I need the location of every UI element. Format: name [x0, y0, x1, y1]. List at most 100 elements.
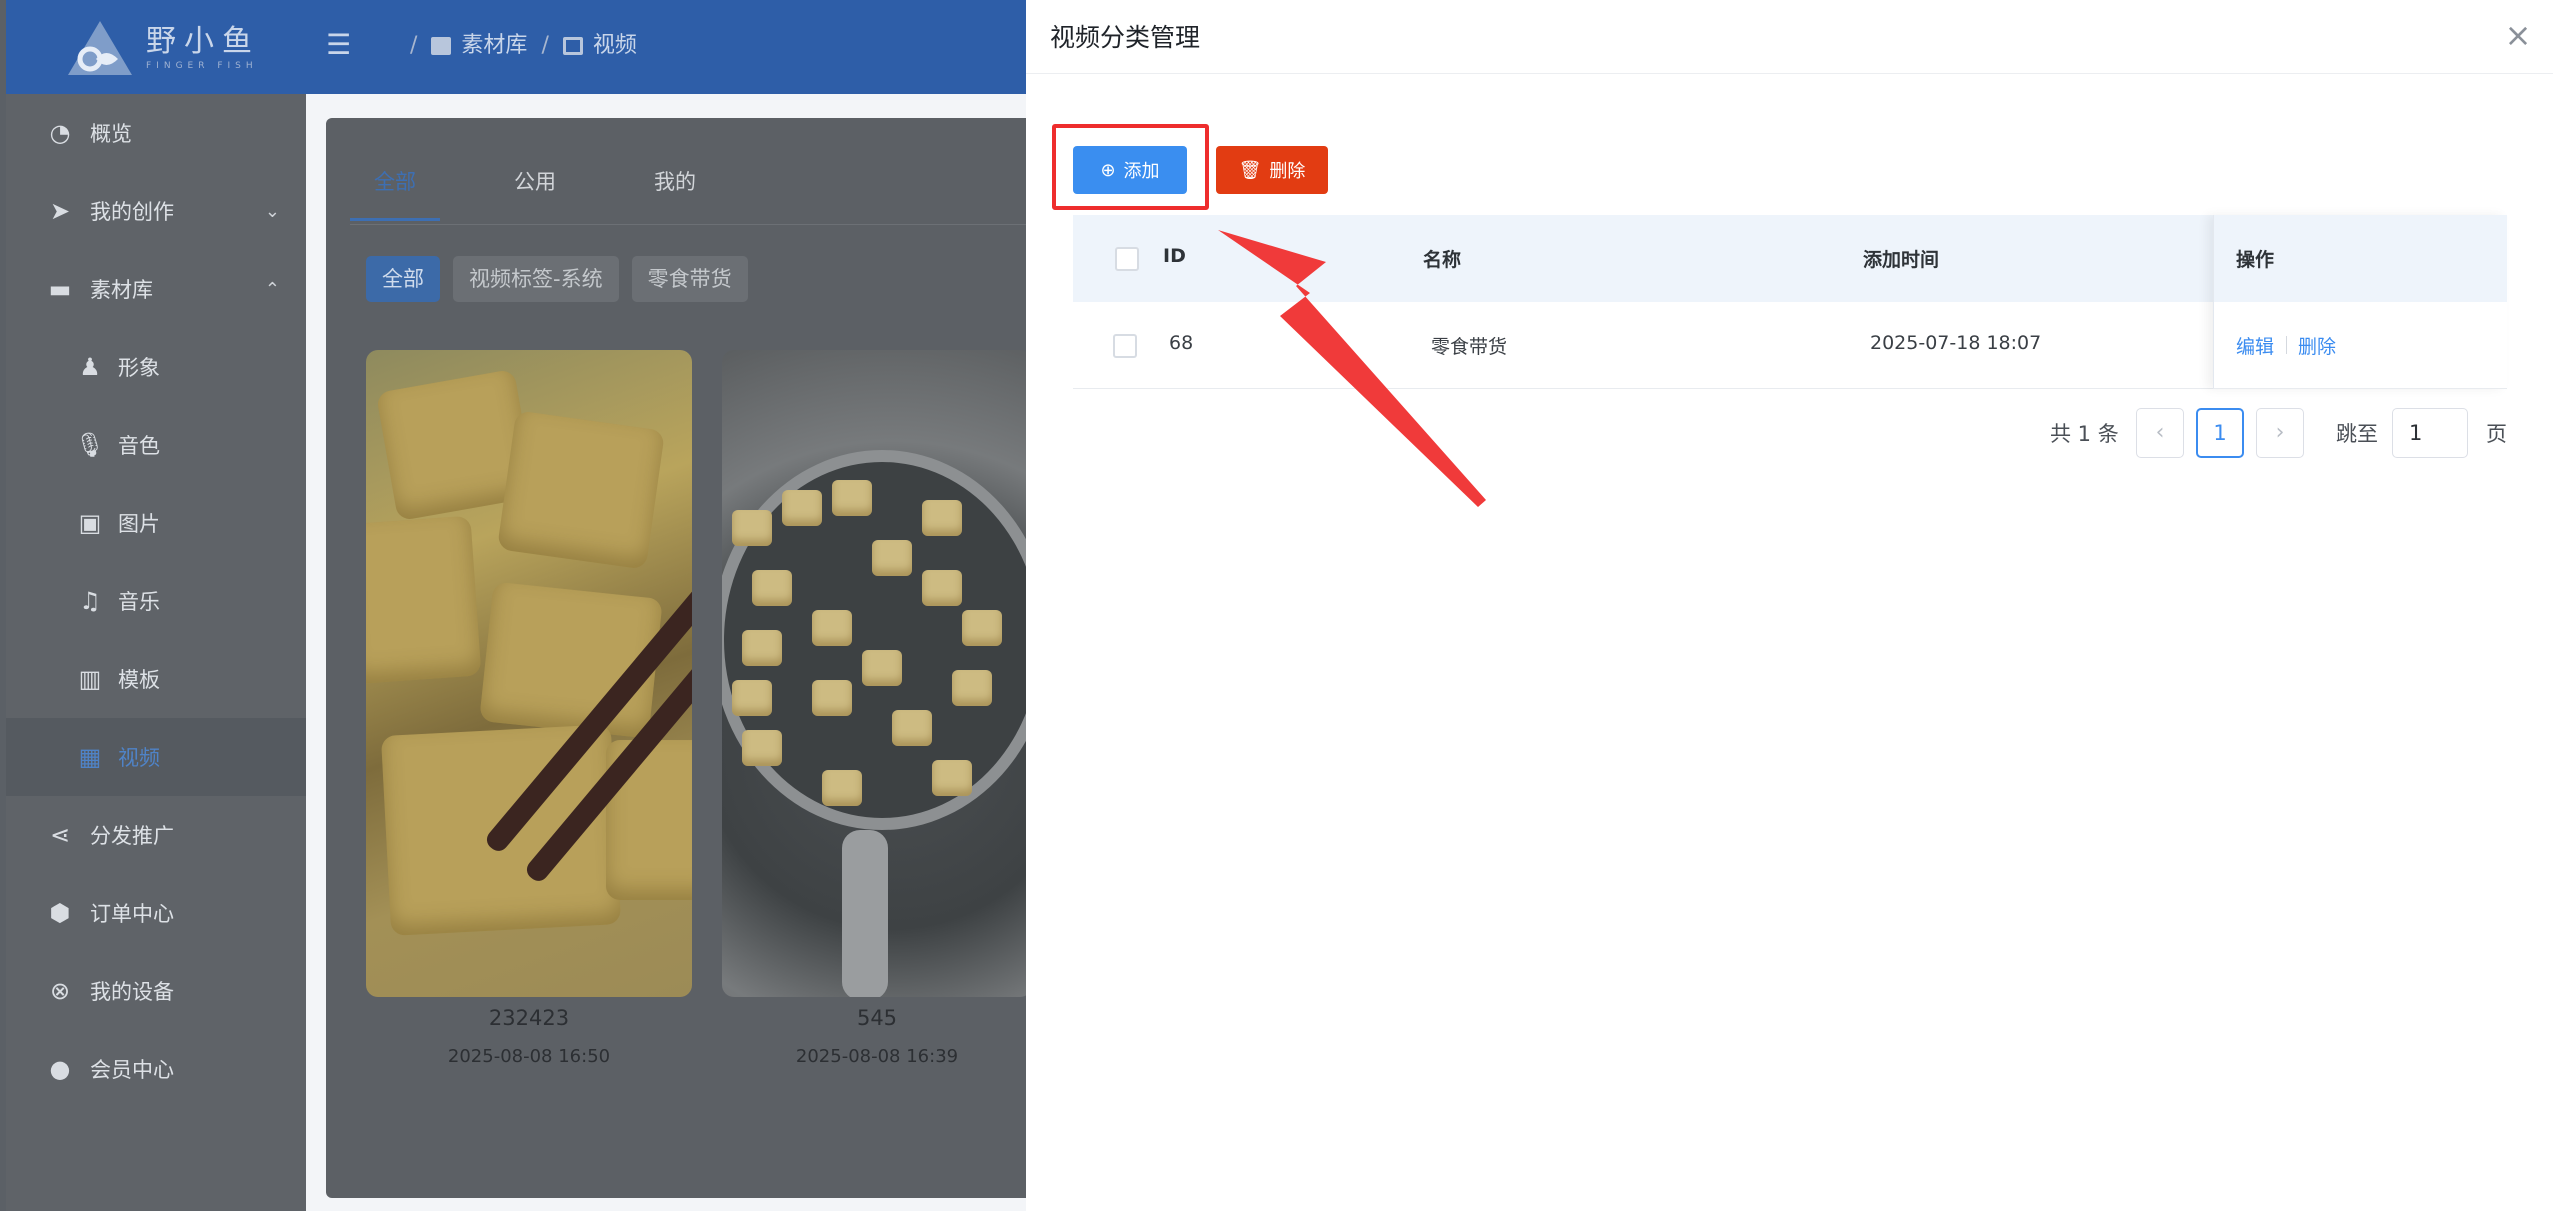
device-icon: ⊗ — [49, 977, 71, 1005]
dashboard-icon: ◔ — [49, 119, 71, 147]
page-unit-label: 页 — [2486, 422, 2507, 446]
music-icon: ♫ — [79, 587, 101, 615]
actions-header-cell: 操作 — [2213, 215, 2507, 302]
logo[interactable]: 野小鱼 FINGER FISH — [66, 18, 266, 78]
drawer-title: 视频分类管理 — [1050, 23, 1201, 52]
sidebar-item-library[interactable]: ▬ 素材库 ⌃ — [6, 250, 306, 328]
sidebar-item-label: 会员中心 — [90, 1058, 174, 1082]
video-icon: ▦ — [78, 743, 102, 771]
sidebar-item-my-creations[interactable]: ➤ 我的创作 ⌄ — [6, 172, 306, 250]
user-icon: ● — [49, 1055, 71, 1083]
sidebar-item-label: 概览 — [90, 122, 132, 146]
breadcrumb-item-video: 视频 — [592, 33, 637, 58]
image-icon: ▣ — [78, 509, 102, 537]
person-icon: ♟ — [79, 353, 101, 381]
sidebar-item-label: 视频 — [118, 746, 160, 770]
breadcrumb-separator: / — [410, 33, 418, 58]
sidebar-item-avatar[interactable]: ♟ 形象 — [6, 328, 306, 406]
microphone-icon: 🎙 — [74, 431, 106, 459]
video-thumbnail[interactable] — [366, 350, 692, 997]
app-root: 野小鱼 FINGER FISH ☰ / 素材库 / 视频 ◔ 概览 ➤ 我的创作… — [0, 0, 2553, 1211]
add-button[interactable]: ⊕ 添加 — [1073, 146, 1187, 194]
select-all-checkbox[interactable] — [1115, 247, 1139, 271]
sidebar-item-templates[interactable]: ▥ 模板 — [6, 640, 306, 718]
sidebar-item-label: 模板 — [118, 668, 160, 692]
sidebar-item-images[interactable]: ▣ 图片 — [6, 484, 306, 562]
edit-link[interactable]: 编辑 — [2236, 332, 2274, 359]
sidebar-item-video[interactable]: ▦ 视频 — [6, 718, 306, 796]
video-date: 2025-08-08 16:50 — [447, 1046, 611, 1067]
sidebar-item-membership[interactable]: ● 会员中心 — [6, 1030, 306, 1108]
actions-column: 操作 编辑 删除 — [2213, 215, 2507, 389]
template-icon: ▥ — [78, 665, 102, 693]
sidebar-item-label: 我的创作 — [90, 200, 174, 224]
page-1-button[interactable]: 1 — [2196, 408, 2244, 458]
sidebar-item-orders[interactable]: ⬢ 订单中心 — [6, 874, 306, 952]
sidebar-item-distribution[interactable]: ⋖ 分发推广 — [6, 796, 306, 874]
logo-text: 野小鱼 FINGER FISH — [146, 24, 260, 72]
column-id: ID — [1163, 245, 1186, 267]
video-title: 545 — [856, 1006, 898, 1030]
drawer-header: 视频分类管理 × — [1026, 0, 2553, 74]
column-name: 名称 — [1423, 249, 1462, 271]
jump-label: 跳至 — [2336, 422, 2378, 446]
sidebar-item-label: 分发推广 — [90, 824, 174, 848]
folder-icon: ▬ — [48, 275, 72, 303]
column-added-time: 添加时间 — [1863, 249, 1940, 271]
breadcrumb-item-library[interactable]: 素材库 — [461, 28, 527, 64]
row-name: 零食带货 — [1431, 336, 1508, 358]
menu-collapse-icon[interactable]: ☰ — [326, 30, 356, 60]
row-time: 2025-07-18 18:07 — [1870, 332, 2042, 354]
chip-all[interactable]: 全部 — [366, 256, 440, 302]
video-icon — [562, 37, 583, 55]
trash-icon: 🗑 — [1238, 159, 1262, 181]
sidebar-item-label: 图片 — [118, 512, 160, 536]
send-icon: ➤ — [49, 197, 71, 225]
chip-system-tags[interactable]: 视频标签-系统 — [453, 256, 619, 302]
sidebar-item-label: 音色 — [118, 434, 160, 458]
delete-button-label: 删除 — [1269, 161, 1306, 182]
sidebar-item-voice[interactable]: 🎙 音色 — [6, 406, 306, 484]
sidebar-item-label: 我的设备 — [90, 980, 174, 1004]
action-divider — [2286, 336, 2287, 354]
pagination-total: 共 1 条 — [2050, 422, 2119, 446]
share-icon: ⋖ — [49, 821, 71, 849]
prev-page-button[interactable]: ‹ — [2136, 408, 2184, 458]
tab-mine[interactable]: 我的 — [630, 160, 720, 221]
jump-page-input[interactable]: 1 — [2392, 408, 2468, 458]
chevron-up-icon: ⌃ — [264, 278, 280, 300]
logo-subtitle: FINGER FISH — [146, 61, 258, 71]
row-id: 68 — [1169, 332, 1194, 354]
fish-logo-icon — [68, 21, 132, 75]
video-title: 232423 — [488, 1006, 570, 1030]
sidebar-item-label: 订单中心 — [90, 902, 174, 926]
plus-circle-icon: ⊕ — [1100, 159, 1116, 181]
chip-snacks[interactable]: 零食带货 — [631, 256, 748, 302]
close-icon[interactable]: × — [2501, 18, 2535, 52]
delete-link[interactable]: 删除 — [2298, 332, 2336, 359]
actions-cell: 编辑 删除 — [2213, 302, 2507, 389]
sidebar-item-music[interactable]: ♫ 音乐 — [6, 562, 306, 640]
breadcrumb-separator: / — [541, 33, 549, 58]
row-checkbox[interactable] — [1113, 334, 1137, 358]
breadcrumb: / 素材库 / 视频 — [396, 28, 637, 64]
next-page-button[interactable]: › — [2256, 408, 2304, 458]
category-chips: 全部 视频标签-系统 零食带货 — [366, 256, 761, 302]
video-thumbnail[interactable] — [722, 350, 1032, 997]
tab-public[interactable]: 公用 — [490, 160, 580, 221]
box-icon: ⬢ — [49, 899, 71, 927]
scope-tabs: 全部 公用 我的 — [350, 160, 770, 221]
delete-button[interactable]: 🗑 删除 — [1216, 146, 1328, 194]
chevron-down-icon: ⌄ — [264, 200, 280, 222]
sidebar: ◔ 概览 ➤ 我的创作 ⌄ ▬ 素材库 ⌃ ♟ 形象 🎙 音色 ▣ 图片 ♫ 音… — [6, 94, 306, 1211]
folder-icon — [431, 37, 452, 55]
logo-name: 野小鱼 — [146, 24, 260, 59]
sidebar-item-devices[interactable]: ⊗ 我的设备 — [6, 952, 306, 1030]
video-date: 2025-08-08 16:39 — [795, 1046, 959, 1067]
sidebar-item-overview[interactable]: ◔ 概览 — [6, 94, 306, 172]
sidebar-item-label: 形象 — [118, 356, 160, 380]
tab-all[interactable]: 全部 — [350, 160, 440, 221]
sidebar-item-label: 素材库 — [90, 278, 153, 302]
add-button-label: 添加 — [1123, 161, 1160, 182]
column-actions: 操作 — [2236, 249, 2275, 271]
